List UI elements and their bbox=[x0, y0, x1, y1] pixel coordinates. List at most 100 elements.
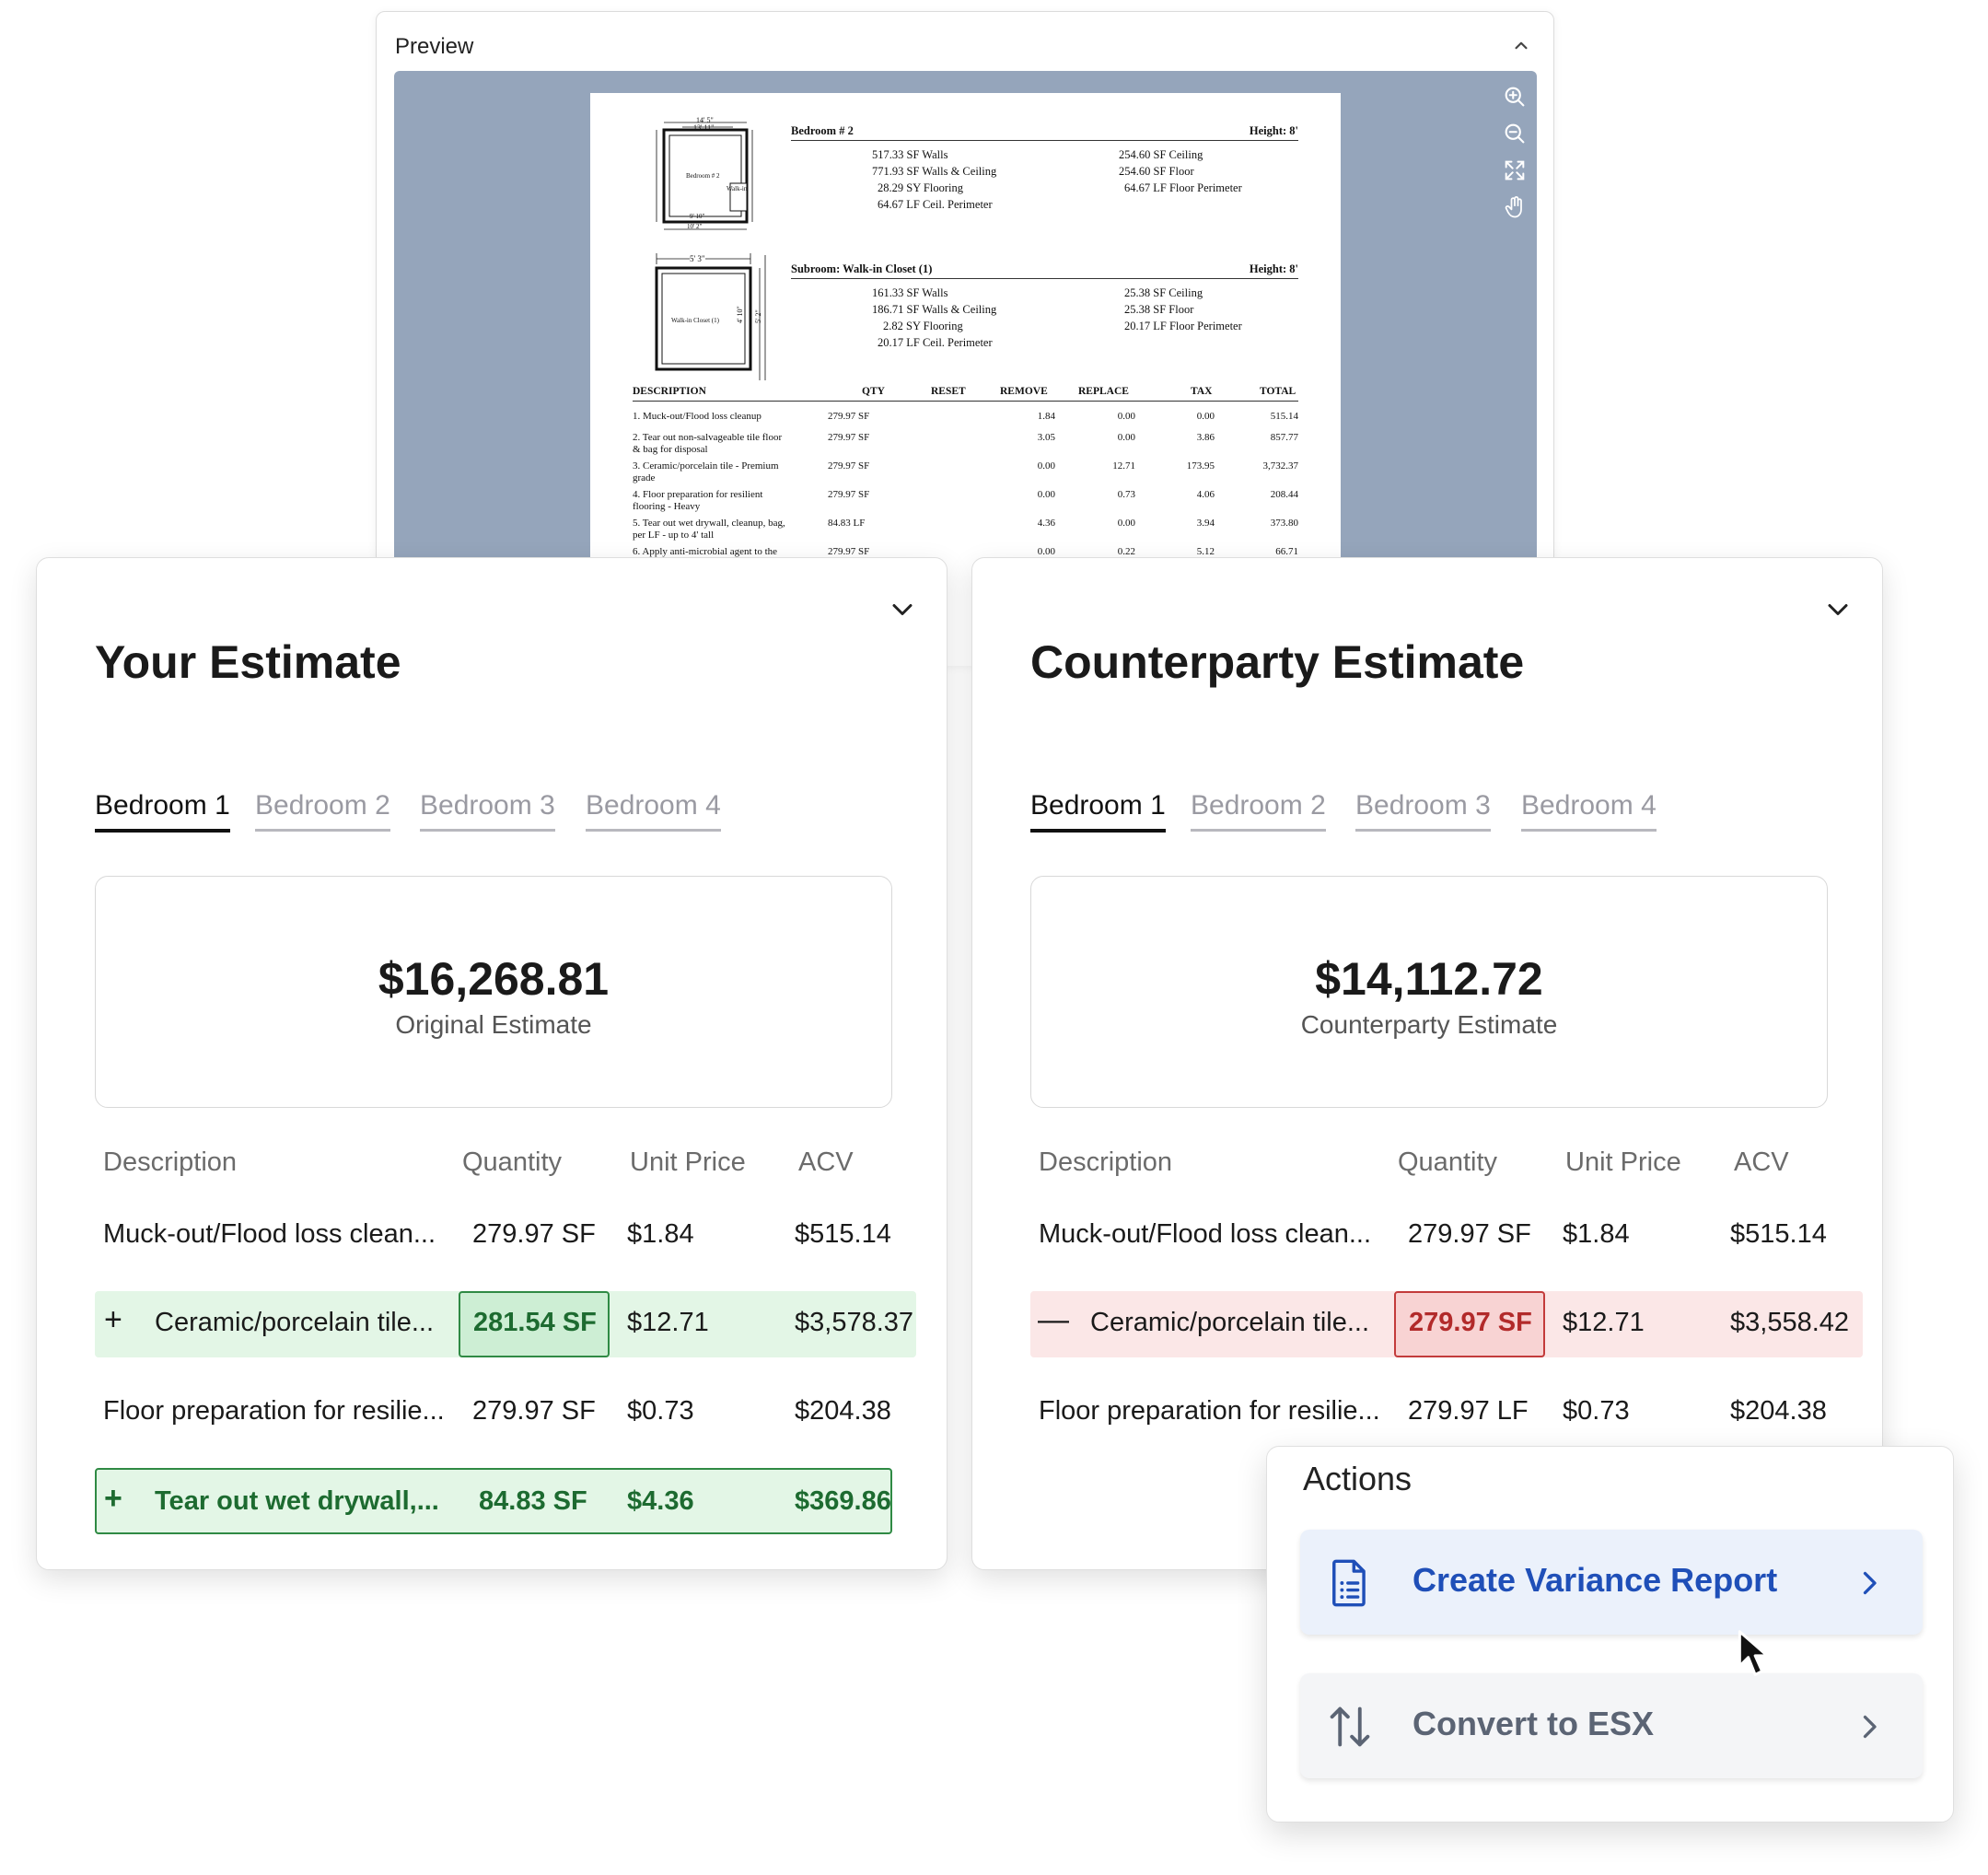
tab-bedroom-1[interactable]: Bedroom 1 bbox=[1030, 790, 1166, 833]
col-acv: ACV bbox=[798, 1147, 854, 1177]
tab-bedroom-2[interactable]: Bedroom 2 bbox=[1191, 790, 1326, 832]
sketch-label: Bedroom # 2 bbox=[686, 172, 720, 180]
doc-cell: 12.71 bbox=[1112, 460, 1135, 472]
sketch-label: Walk-in bbox=[727, 185, 748, 192]
doc-cell: 3.94 bbox=[1196, 518, 1215, 529]
chevron-up-icon[interactable] bbox=[1509, 34, 1533, 58]
plus-icon: + bbox=[104, 1302, 122, 1337]
row-description: Floor preparation for resilie... bbox=[103, 1396, 445, 1426]
row-quantity: 279.97 LF bbox=[1408, 1396, 1529, 1426]
row-unit-price: $12.71 bbox=[1563, 1308, 1645, 1337]
row-description: Floor preparation for resilie... bbox=[1039, 1396, 1380, 1426]
table-row[interactable]: Floor preparation for resilie... 279.97 … bbox=[95, 1380, 916, 1446]
row-quantity: 279.97 SF bbox=[1408, 1219, 1531, 1249]
doc-cell: 3. Ceramic/porcelain tile - Premium bbox=[633, 460, 779, 472]
row-acv: $515.14 bbox=[795, 1219, 891, 1249]
row-description: Ceramic/porcelain tile... bbox=[1090, 1308, 1369, 1337]
tab-bedroom-1[interactable]: Bedroom 1 bbox=[95, 790, 230, 833]
doc-cell: 0.00 bbox=[1196, 411, 1215, 422]
sketch-label: 5' 2" bbox=[754, 309, 762, 323]
doc-cell: 0.00 bbox=[1037, 546, 1055, 557]
row-unit-price: $1.84 bbox=[627, 1219, 694, 1249]
doc-col-remove: REMOVE bbox=[1000, 386, 1048, 397]
doc-cell: 173.95 bbox=[1186, 460, 1215, 472]
zoom-out-icon[interactable] bbox=[1502, 121, 1528, 146]
tab-bedroom-4[interactable]: Bedroom 4 bbox=[586, 790, 721, 832]
sketch-label: 13' 11" bbox=[693, 123, 715, 132]
row-acv: $369.86 bbox=[795, 1486, 891, 1516]
doc-cell: 3,732.37 bbox=[1262, 460, 1299, 472]
viewer-toolbar bbox=[1502, 84, 1528, 231]
row-description: Muck-out/Flood loss clean... bbox=[1039, 1219, 1372, 1249]
row-description: Tear out wet drywall,... bbox=[155, 1486, 439, 1516]
tab-bedroom-3[interactable]: Bedroom 3 bbox=[420, 790, 555, 832]
row-description: Ceramic/porcelain tile... bbox=[155, 1308, 434, 1337]
chevron-down-icon[interactable] bbox=[886, 593, 919, 626]
table-row[interactable]: Muck-out/Flood loss clean... 279.97 SF $… bbox=[95, 1203, 916, 1269]
doc-cell: 6. Apply anti-microbial agent to the bbox=[633, 546, 778, 557]
col-unit-price: Unit Price bbox=[630, 1147, 746, 1177]
room-measure: 64.67 LF Ceil. Perimeter bbox=[878, 198, 993, 211]
preview-title: Preview bbox=[395, 34, 474, 59]
room-measure: 254.60 SF Floor bbox=[1119, 165, 1194, 178]
doc-cell: 4.06 bbox=[1196, 489, 1215, 500]
room-measure: 28.29 SY Flooring bbox=[878, 181, 963, 194]
row-acv: $204.38 bbox=[1730, 1396, 1827, 1426]
row-acv: $204.38 bbox=[795, 1396, 891, 1426]
row-unit-price: $0.73 bbox=[627, 1396, 694, 1426]
row-quantity: 279.97 SF bbox=[472, 1219, 596, 1249]
room-name: Bedroom # 2 bbox=[791, 124, 854, 137]
col-quantity: Quantity bbox=[1398, 1147, 1497, 1177]
create-variance-report-button[interactable]: Create Variance Report bbox=[1300, 1530, 1923, 1635]
doc-cell: 373.80 bbox=[1270, 518, 1298, 529]
table-row-added[interactable]: + Ceramic/porcelain tile... 281.54 SF $1… bbox=[95, 1291, 916, 1357]
estimate-total: $14,112.72 bbox=[1315, 953, 1543, 1005]
col-description: Description bbox=[1039, 1147, 1173, 1177]
row-acv: $515.14 bbox=[1730, 1219, 1827, 1249]
table-row[interactable]: Muck-out/Flood loss clean... 279.97 SF $… bbox=[1030, 1203, 1852, 1269]
tab-bedroom-3[interactable]: Bedroom 3 bbox=[1355, 790, 1491, 832]
col-unit-price: Unit Price bbox=[1565, 1147, 1681, 1177]
room-height: Height: 8' bbox=[1249, 124, 1298, 137]
card-title: Counterparty Estimate bbox=[1030, 636, 1525, 688]
doc-cell: 515.14 bbox=[1270, 411, 1298, 422]
doc-cell: 5. Tear out wet drywall, cleanup, bag, bbox=[633, 518, 785, 529]
convert-to-esx-button[interactable]: Convert to ESX bbox=[1300, 1673, 1923, 1778]
row-acv: $3,558.42 bbox=[1730, 1308, 1850, 1337]
estimate-total-label: Original Estimate bbox=[395, 1010, 592, 1039]
doc-cell: 857.77 bbox=[1270, 432, 1298, 443]
row-quantity: 279.97 SF bbox=[1409, 1308, 1532, 1337]
tab-bedroom-2[interactable]: Bedroom 2 bbox=[255, 790, 390, 832]
doc-cell: 84.83 LF bbox=[828, 518, 866, 529]
your-estimate-card: Your Estimate Bedroom 1 Bedroom 2 Bedroo… bbox=[36, 557, 947, 1570]
room-measure: 25.38 SF Floor bbox=[1124, 303, 1194, 316]
table-row[interactable]: Floor preparation for resilie... 279.97 … bbox=[1030, 1380, 1852, 1446]
table-header: Description Quantity Unit Price ACV bbox=[37, 1147, 947, 1184]
col-description: Description bbox=[103, 1147, 238, 1177]
chevron-down-icon[interactable] bbox=[1821, 593, 1854, 626]
actions-title: Actions bbox=[1303, 1460, 1413, 1497]
doc-cell: 279.97 SF bbox=[828, 432, 870, 443]
estimate-summary: $14,112.72 Counterparty Estimate bbox=[1030, 876, 1828, 1108]
doc-cell: 0.00 bbox=[1117, 432, 1135, 443]
table-row-removed[interactable]: — Ceramic/porcelain tile... 279.97 SF $1… bbox=[1030, 1291, 1863, 1357]
doc-col-qty: QTY bbox=[862, 386, 885, 397]
table-header: Description Quantity Unit Price ACV bbox=[972, 1147, 1882, 1184]
doc-cell: 66.71 bbox=[1275, 546, 1298, 557]
room-measure: 2.82 SY Flooring bbox=[883, 320, 963, 332]
tab-bedroom-4[interactable]: Bedroom 4 bbox=[1521, 790, 1657, 832]
action-label: Convert to ESX bbox=[1413, 1705, 1655, 1742]
doc-cell: 279.97 SF bbox=[828, 489, 870, 500]
doc-cell: flooring - Heavy bbox=[633, 501, 701, 512]
doc-cell: 1.84 bbox=[1037, 411, 1055, 422]
sketch-label: 10' 2" bbox=[687, 223, 703, 230]
doc-cell: per LF - up to 4' tall bbox=[633, 530, 715, 541]
plus-icon: + bbox=[104, 1481, 122, 1516]
room-measure: 64.67 LF Floor Perimeter bbox=[1124, 181, 1242, 194]
table-row-added[interactable]: + Tear out wet drywall,... 84.83 SF $4.3… bbox=[95, 1468, 892, 1534]
fullscreen-icon[interactable] bbox=[1502, 157, 1528, 183]
room-measure: 771.93 SF Walls & Ceiling bbox=[872, 165, 997, 178]
row-unit-price: $12.71 bbox=[627, 1308, 709, 1337]
zoom-in-icon[interactable] bbox=[1502, 84, 1528, 110]
pan-hand-icon[interactable] bbox=[1502, 194, 1528, 220]
